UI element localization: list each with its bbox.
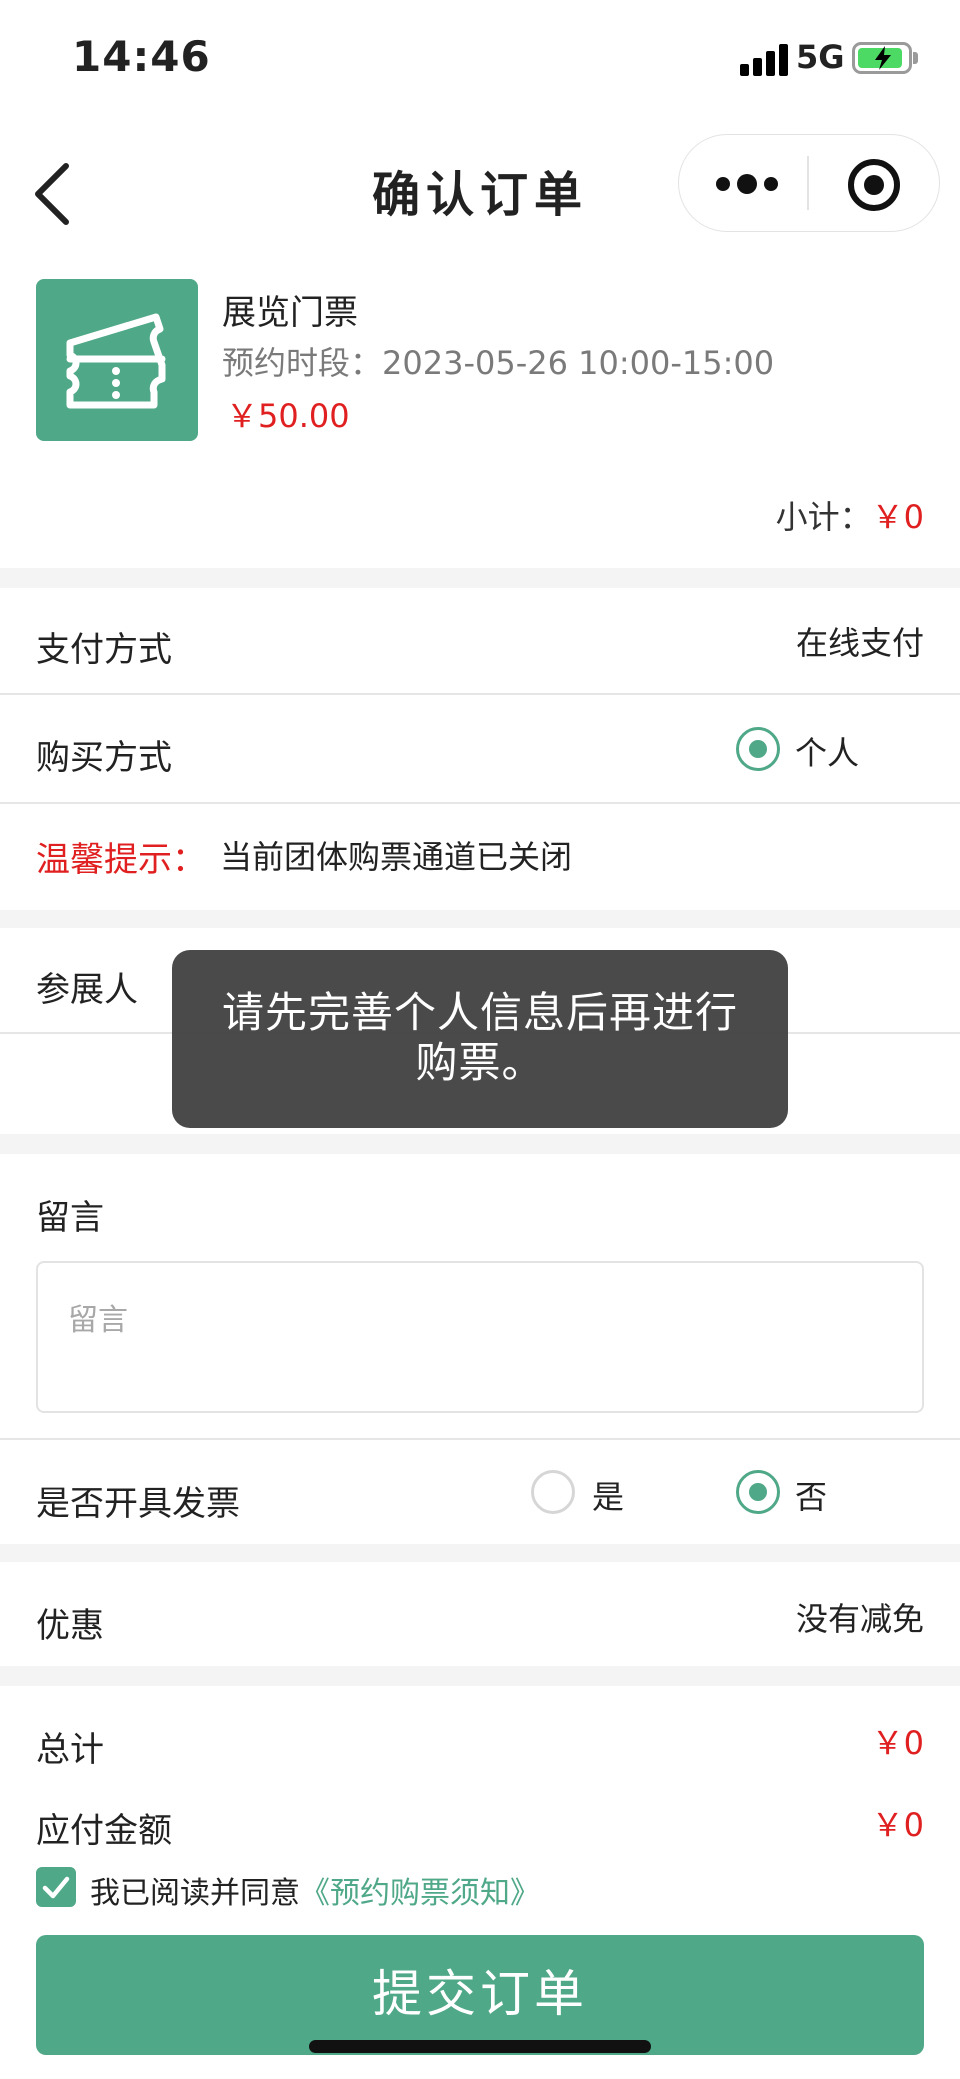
total-label: 总计 xyxy=(36,1730,104,1770)
payment-method-value: 在线支付 xyxy=(795,624,924,662)
discount-value[interactable]: 没有减免 xyxy=(796,1594,924,1640)
agreement-checkbox[interactable] xyxy=(36,1867,76,1907)
more-icon[interactable] xyxy=(712,166,782,202)
message-input[interactable] xyxy=(68,1303,888,1338)
subtotal: 小计：￥0 xyxy=(776,492,924,538)
product-price: ￥50.00 xyxy=(226,397,350,435)
purchase-method-label: 购买方式 xyxy=(36,738,172,778)
toast-message: 请先完善个人信息后再进行购票。 xyxy=(172,950,788,1128)
discount-label: 优惠 xyxy=(36,1606,104,1646)
invoice-yes-radio[interactable] xyxy=(531,1470,575,1514)
total-value: ￥0 xyxy=(871,1724,924,1762)
message-label: 留言 xyxy=(36,1198,104,1238)
network-type: 5G xyxy=(796,38,845,76)
home-indicator xyxy=(309,2040,651,2053)
tip-label: 温馨提示： xyxy=(36,840,206,880)
submit-order-button[interactable]: 提交订单 xyxy=(36,1935,924,2055)
ticket-icon xyxy=(36,279,198,441)
divider xyxy=(0,693,960,695)
capsule-divider xyxy=(807,156,809,210)
payable-label: 应付金额 xyxy=(36,1811,172,1851)
visitor-label: 参展人 xyxy=(36,970,138,1010)
status-time: 14:46 xyxy=(72,32,211,81)
invoice-label: 是否开具发票 xyxy=(36,1484,240,1524)
close-miniprogram-icon[interactable] xyxy=(847,158,901,212)
product-time-slot: 预约时段：2023-05-26 10:00-15:00 xyxy=(222,344,775,382)
agreement-link[interactable]: 《预约购票须知》 xyxy=(300,1876,540,1911)
signal-icon xyxy=(740,44,790,76)
invoice-no-radio[interactable] xyxy=(736,1470,780,1514)
payable-value: ￥0 xyxy=(871,1806,924,1844)
tip-text: 当前团体购票通道已关闭 xyxy=(220,838,573,876)
invoice-no-label: 否 xyxy=(795,1478,828,1516)
agreement-text: 我已阅读并同意《预约购票须知》 xyxy=(90,1868,540,1912)
battery-nub xyxy=(913,52,918,64)
subtotal-value: ￥0 xyxy=(871,498,924,536)
battery-icon xyxy=(852,42,912,74)
agreement-label: 我已阅读并同意 xyxy=(90,1876,300,1911)
subtotal-label: 小计： xyxy=(775,498,872,536)
divider xyxy=(0,802,960,804)
invoice-yes-label: 是 xyxy=(592,1478,625,1516)
purchase-individual-radio[interactable] xyxy=(736,727,780,771)
product-name: 展览门票 xyxy=(222,293,358,333)
purchase-individual-label: 个人 xyxy=(795,734,860,772)
payment-method-label: 支付方式 xyxy=(36,630,172,670)
message-box[interactable] xyxy=(36,1261,924,1413)
